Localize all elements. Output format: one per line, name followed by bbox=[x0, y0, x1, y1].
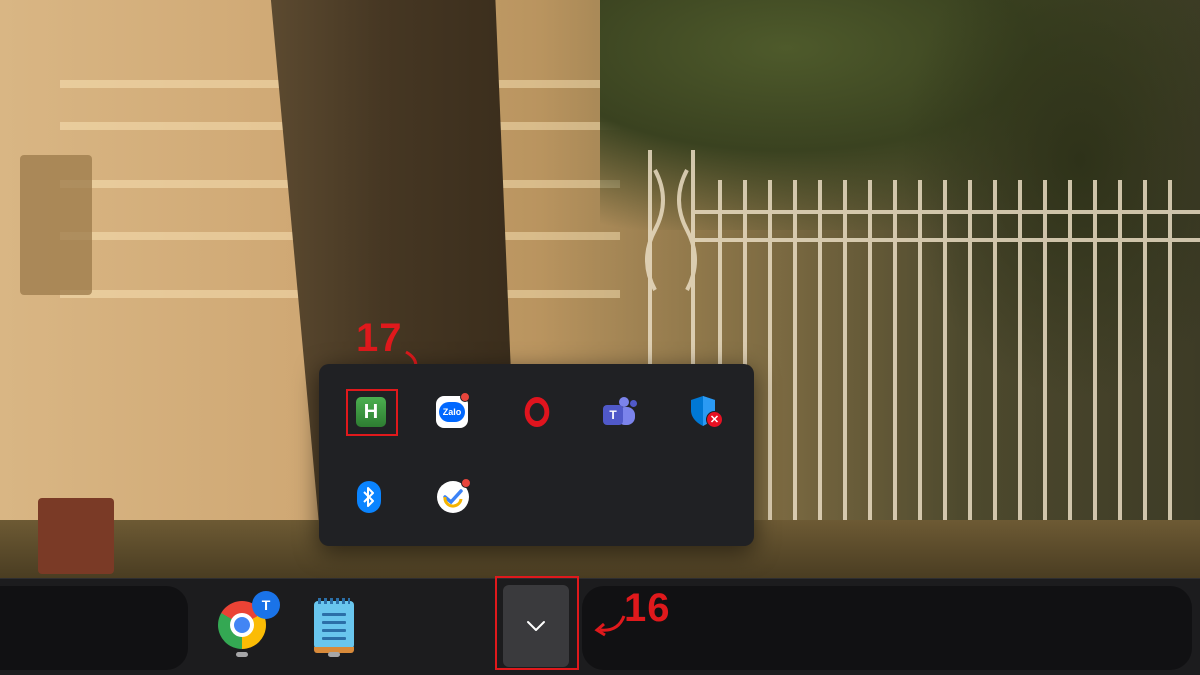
tray-item-opera[interactable] bbox=[517, 392, 557, 432]
error-badge-icon: ✕ bbox=[706, 411, 723, 428]
annotation-17: 17 bbox=[356, 316, 403, 360]
highlight-box bbox=[495, 576, 579, 670]
annotation-arrow-icon bbox=[594, 615, 626, 637]
tray-item-teams[interactable]: T bbox=[600, 392, 640, 432]
taskbar-app-chrome[interactable]: T bbox=[212, 589, 280, 659]
notification-dot-icon bbox=[461, 478, 471, 488]
notepad-icon bbox=[314, 598, 354, 653]
wall-plaque bbox=[20, 155, 92, 295]
tray-item-ticktick[interactable] bbox=[433, 477, 473, 517]
notification-dot-icon bbox=[460, 392, 470, 402]
bluetooth-icon bbox=[357, 481, 381, 513]
taskbar-right-area bbox=[582, 586, 1192, 670]
profile-avatar-badge: T bbox=[252, 591, 280, 619]
ticktick-icon bbox=[437, 478, 471, 513]
microsoft-teams-icon: T bbox=[603, 397, 637, 427]
chrome-icon: T bbox=[218, 591, 280, 649]
taskbar-left-area bbox=[0, 586, 188, 670]
zalo-icon: Zalo bbox=[436, 392, 470, 428]
tray-item-windows-security[interactable]: ✕ bbox=[685, 392, 725, 432]
tray-item-bluetooth[interactable] bbox=[349, 477, 389, 517]
running-indicator bbox=[328, 652, 340, 657]
highlight-box bbox=[346, 389, 398, 436]
taskbar-app-notepad[interactable] bbox=[304, 589, 364, 659]
windows-security-icon: ✕ bbox=[688, 395, 723, 429]
tray-item-zalo[interactable]: Zalo bbox=[432, 392, 472, 432]
opera-icon bbox=[524, 397, 550, 427]
running-indicator bbox=[236, 652, 248, 657]
annotation-16: 16 bbox=[624, 586, 671, 630]
trash-bin bbox=[38, 498, 114, 574]
